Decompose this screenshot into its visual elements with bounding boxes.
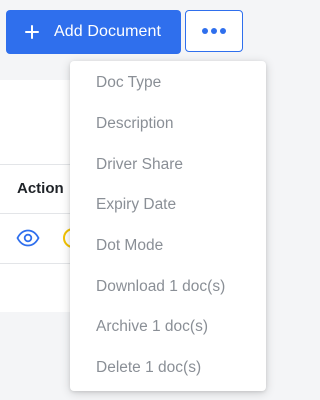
menu-item-download[interactable]: Download 1 doc(s) <box>70 266 266 307</box>
add-document-label: Add Document <box>54 23 162 40</box>
eye-icon[interactable] <box>16 229 40 247</box>
plus-icon <box>24 24 40 40</box>
more-horizontal-icon <box>202 28 226 34</box>
more-options-menu: Doc Type Description Driver Share Expiry… <box>70 61 266 391</box>
more-options-button[interactable] <box>185 10 243 52</box>
menu-item-dot-mode[interactable]: Dot Mode <box>70 226 266 267</box>
menu-item-expiry-date[interactable]: Expiry Date <box>70 185 266 226</box>
action-column-header: Action <box>17 180 64 197</box>
menu-item-driver-share[interactable]: Driver Share <box>70 144 266 185</box>
menu-item-delete[interactable]: Delete 1 doc(s) <box>70 348 266 389</box>
menu-item-description[interactable]: Description <box>70 104 266 145</box>
menu-item-doc-type[interactable]: Doc Type <box>70 63 266 104</box>
add-document-button[interactable]: Add Document <box>6 10 181 54</box>
menu-item-archive[interactable]: Archive 1 doc(s) <box>70 307 266 348</box>
